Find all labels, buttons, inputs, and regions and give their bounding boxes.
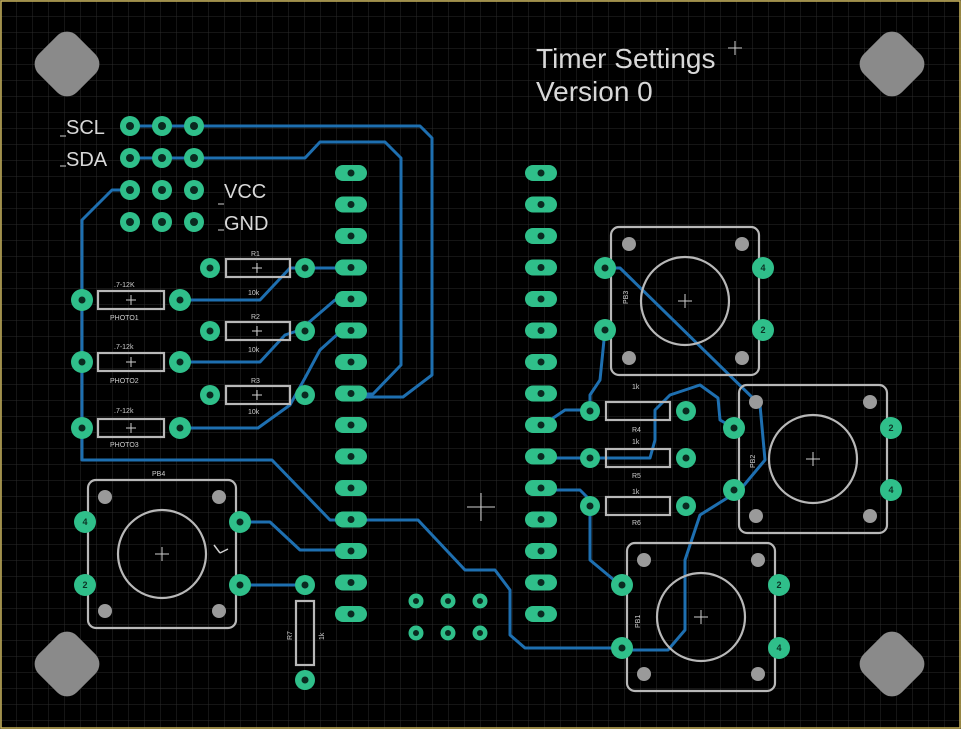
sda-label: SDA xyxy=(66,149,108,171)
mcu-pin xyxy=(335,259,367,276)
mcu-pin xyxy=(335,417,367,433)
mcu-pin xyxy=(335,448,367,465)
photo3-value: .7-12k xyxy=(114,408,134,415)
r2-ref: R2 xyxy=(251,314,260,321)
photo1-ref: PHOTO1 xyxy=(110,315,139,322)
header-pin xyxy=(184,180,204,200)
header-pin xyxy=(152,116,172,136)
scl-label: SCL xyxy=(66,117,105,139)
pb3-ref: PB3 xyxy=(623,291,630,304)
mcu-pin xyxy=(525,574,557,591)
header-pin xyxy=(152,212,172,232)
pb1-ref: PB1 xyxy=(635,615,642,628)
pad-label: 4 xyxy=(888,485,893,495)
via xyxy=(440,625,456,641)
header-pin xyxy=(152,180,172,200)
mcu-pin xyxy=(525,354,557,370)
board-title: Timer Settings xyxy=(536,43,715,74)
r7-value: 1k xyxy=(319,632,326,640)
mcu-pin xyxy=(525,165,557,181)
photo2-value: .7-12k xyxy=(114,344,134,351)
pad-label: 2 xyxy=(776,580,781,590)
mcu-pin xyxy=(335,354,367,370)
header-pin xyxy=(120,116,140,136)
pad-label: 2 xyxy=(82,580,87,590)
mcu-left-pins xyxy=(335,165,367,622)
header-pin xyxy=(120,180,140,200)
grid xyxy=(0,0,961,729)
mcu-pin xyxy=(335,165,367,181)
r5-value: 1k xyxy=(632,439,640,446)
header-pin xyxy=(152,148,172,168)
via xyxy=(440,593,456,609)
r6-value: 1k xyxy=(632,489,640,496)
photo1-value: .7-12K xyxy=(114,282,135,289)
mcu-pin xyxy=(525,417,557,433)
mcu-pin xyxy=(525,196,557,213)
mcu-pin xyxy=(335,543,367,559)
mcu-pin xyxy=(525,543,557,559)
mcu-pin xyxy=(335,385,367,402)
pb2-ref: PB2 xyxy=(750,455,757,468)
pb4-ref: PB4 xyxy=(152,471,165,478)
header-pin xyxy=(184,148,204,168)
mcu-pin xyxy=(335,574,367,591)
via xyxy=(408,593,424,609)
mcu-pin xyxy=(525,448,557,465)
mcu-pin xyxy=(525,606,557,622)
r3-value: 10k xyxy=(248,409,260,416)
photo2-ref: PHOTO2 xyxy=(110,378,139,385)
mcu-pin xyxy=(335,291,367,307)
via xyxy=(408,625,424,641)
mcu-pin xyxy=(335,196,367,213)
r6-ref: R6 xyxy=(632,520,641,527)
header-pin xyxy=(184,116,204,136)
r2-value: 10k xyxy=(248,347,260,354)
mcu-pin xyxy=(335,480,367,496)
r7-ref: R7 xyxy=(287,631,294,640)
mcu-right-pins xyxy=(525,165,557,622)
mcu-pin xyxy=(525,259,557,276)
via xyxy=(472,625,488,641)
board-version: Version 0 xyxy=(536,76,653,107)
mcu-pin xyxy=(335,322,367,339)
r3-ref: R3 xyxy=(251,378,260,385)
r5-ref: R5 xyxy=(632,473,641,480)
photo3-ref: PHOTO3 xyxy=(110,442,139,449)
vcc-label: VCC xyxy=(224,181,266,203)
pcb-board: Timer Settings Version 0 SCL SDA VCC GND… xyxy=(0,0,961,729)
gnd-label: GND xyxy=(224,213,268,235)
mcu-pin xyxy=(525,228,557,244)
pad-label: 2 xyxy=(760,325,765,335)
via xyxy=(472,593,488,609)
mcu-pin xyxy=(525,480,557,496)
pad-label: 2 xyxy=(888,423,893,433)
r4-value: 1k xyxy=(632,384,640,391)
header-pin xyxy=(120,148,140,168)
mcu-pin xyxy=(525,511,557,528)
mcu-pin xyxy=(525,322,557,339)
mcu-pin xyxy=(525,385,557,402)
pad-label: 4 xyxy=(776,643,781,653)
header-pin xyxy=(120,212,140,232)
header-pin xyxy=(184,212,204,232)
r1-ref: R1 xyxy=(251,251,260,258)
pad-label: 4 xyxy=(82,517,87,527)
mcu-pin xyxy=(335,511,367,528)
mcu-pin xyxy=(525,291,557,307)
mcu-pin xyxy=(335,606,367,622)
mcu-pin xyxy=(335,228,367,244)
r4-ref: R4 xyxy=(632,427,641,434)
pad-label: 4 xyxy=(760,263,765,273)
r1-value: 10k xyxy=(248,290,260,297)
